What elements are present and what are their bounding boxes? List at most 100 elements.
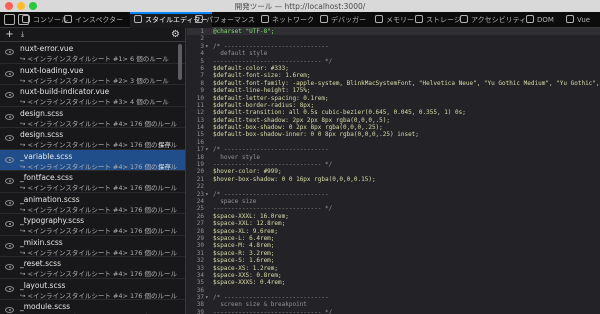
pick-element-icon[interactable]	[4, 14, 15, 25]
code-line[interactable]: 37 ▾/* -----------------------------	[187, 294, 600, 301]
code-line[interactable]: 7 $default-font-size: 1.6rem;	[187, 72, 600, 79]
window-title: 開発ツール — http://localhost:3000/	[234, 2, 366, 11]
stylesheet-item[interactable]: _reset.scss ↪ <インラインスタイルシート #4> 176 個のルール	[0, 257, 185, 279]
eye-icon[interactable]	[5, 135, 14, 141]
eye-icon[interactable]	[5, 156, 14, 163]
code-line[interactable]: 3 ▾/* -----------------------------	[187, 43, 600, 50]
code-line[interactable]: 12 $default-transition: all 0.5s cubic-be…	[187, 109, 600, 116]
code-line[interactable]: 24 space size	[187, 198, 600, 205]
code-line[interactable]: 6 $default-color: #333;	[187, 65, 600, 72]
code-line[interactable]: 23 ▾/* -----------------------------	[187, 191, 600, 198]
eye-icon[interactable]	[5, 49, 14, 55]
stylesheet-name: design.scss	[20, 108, 64, 118]
code-line[interactable]: 9 $default-line-height: 175%;	[187, 87, 600, 94]
code-line[interactable]: 15 $default-box-shadow-inner: 0 0 8px rgb…	[187, 131, 600, 138]
stylesheet-item[interactable]: _animation.scss ↪ <インラインスタイルシート #4> 176 個…	[0, 193, 185, 214]
debugger-icon	[320, 15, 328, 23]
performance-icon	[195, 15, 203, 23]
stylesheet-item[interactable]: _mixin.scss ↪ <インラインスタイルシート #4> 176 個のルール	[0, 236, 185, 257]
code-line[interactable]: 32 $space-S: 1.6rem;	[187, 257, 600, 264]
import-stylesheet-icon[interactable]: ⤓	[17, 29, 28, 40]
tab-debugger[interactable]: デバッガー	[320, 12, 366, 28]
tab-storage[interactable]: ストレージ	[415, 12, 461, 28]
eye-icon[interactable]	[5, 199, 14, 206]
code-line[interactable]: 34 $space-XXS: 0.8rem;	[187, 272, 600, 279]
eye-icon[interactable]	[5, 285, 14, 292]
code-line[interactable]: 39 ------------------------------ */	[187, 309, 600, 314]
code-line[interactable]: 21 $hover-box-shadow: 0 0 16px rgba(0,0,0…	[187, 176, 600, 183]
code-line[interactable]: 35 $space-XXXS: 0.4rem;	[187, 279, 600, 286]
stylesheet-list: nuxt-error.vue ↪ <インラインスタイルシート #1> 6 個のルー…	[0, 42, 185, 314]
code-line[interactable]: 13 $default-text-shadow: 2px 2px 8px rgba…	[187, 117, 600, 124]
tab-network[interactable]: ネットワーク	[261, 12, 314, 28]
code-line[interactable]: 8 $default-font-family: -apple-system, Bl…	[187, 80, 600, 87]
eye-icon[interactable]	[5, 264, 14, 270]
fold-toggle-icon[interactable]: ▾	[205, 294, 211, 301]
save-link[interactable]: 保存	[158, 139, 171, 149]
gear-icon[interactable]: ⚙	[170, 29, 181, 40]
code-line[interactable]: 18 hover style	[187, 154, 600, 161]
tab-dom[interactable]: DOM	[526, 12, 554, 28]
code-line[interactable]: 26 $space-XXXL: 16.0rem;	[187, 213, 600, 220]
code-text: $default-box-shadow: 0 2px 8px rgba(0,0,…	[213, 124, 383, 132]
eye-icon[interactable]	[5, 307, 14, 313]
sidebar-scrollbar[interactable]	[178, 44, 182, 80]
code-line[interactable]: 28 $space-XL: 9.6rem;	[187, 228, 600, 235]
line-number: 8	[200, 79, 204, 87]
tab-memory[interactable]: メモリー	[375, 12, 414, 28]
tab-console[interactable]: コンソール	[22, 12, 68, 28]
code-line[interactable]: 25 ------------------------------ */	[187, 205, 600, 212]
code-line[interactable]: 4 default style	[187, 50, 600, 57]
line-number: 19	[196, 161, 204, 169]
tab-inspector[interactable]: インスペクター	[64, 12, 123, 28]
code-line[interactable]: 5 ------------------------------ */	[187, 58, 600, 65]
fold-toggle-icon[interactable]: ▾	[205, 191, 211, 198]
code-line[interactable]: 38 screen size & breakpoint	[187, 301, 600, 308]
save-link[interactable]: 保存	[158, 161, 171, 171]
stylesheet-item[interactable]: _layout.scss ↪ <インラインスタイルシート #4> 176 個のルー…	[0, 279, 185, 300]
line-number: 9	[200, 87, 204, 95]
code-line[interactable]: 11 $default-border-radius: 8px;	[187, 102, 600, 109]
code-line[interactable]: 14 $default-box-shadow: 0 2px 8px rgba(0,…	[187, 124, 600, 131]
code-line[interactable]: 27 $space-XXL: 12.8rem;	[187, 220, 600, 227]
stylesheet-item[interactable]: _module.scss↪ <インラインスタイルシート #4> 176 個のルー…	[0, 300, 185, 314]
eye-icon[interactable]	[5, 92, 14, 98]
code-line[interactable]: 20 $hover-color: #999;	[187, 168, 600, 175]
code-line[interactable]: 31 $space-R: 3.2rem;	[187, 250, 600, 257]
stylesheet-item[interactable]: design.scss ↪ <インラインスタイルシート #4> 176 個のルール…	[0, 128, 185, 150]
code-line[interactable]: 29 $space-L: 6.4rem;	[187, 235, 600, 242]
eye-icon[interactable]	[5, 70, 14, 77]
fold-toggle-icon[interactable]: ▾	[205, 43, 211, 50]
stylesheet-item[interactable]: _fontface.scss ↪ <インラインスタイルシート #4> 176 個の…	[0, 171, 185, 193]
code-line[interactable]: 33 $space-XS: 1.2rem;	[187, 265, 600, 272]
new-stylesheet-icon[interactable]: +	[4, 29, 15, 40]
code-text: $default-font-family: -apple-system, Bli…	[213, 79, 600, 87]
code-line[interactable]: 10 $default-letter-spacing: 0.1rem;	[187, 95, 600, 102]
code-line[interactable]: 22	[187, 183, 600, 190]
code-line[interactable]: 30 $space-M: 4.8rem;	[187, 242, 600, 249]
stylesheet-item[interactable]: design.scss ↪ <インラインスタイルシート #4> 176 個のルール	[0, 107, 185, 128]
eye-icon[interactable]	[5, 178, 14, 184]
stylesheet-item[interactable]: _typography.scss ↪ <インラインスタイルシート #4> 176 …	[0, 214, 185, 236]
code-text: $default-text-shadow: 2px 2px 8px rgba(0…	[213, 116, 391, 124]
stylesheet-item[interactable]: nuxt-build-indicator.vue ↪ <インラインスタイルシート …	[0, 85, 185, 107]
code-line[interactable]: 36	[187, 287, 600, 294]
code-line[interactable]: 19 ------------------------------ */	[187, 161, 600, 168]
tab-accessibility[interactable]: アクセシビリティ	[460, 12, 526, 28]
code-line[interactable]: 16	[187, 139, 600, 146]
stylesheet-source: ↪ <インラインスタイルシート #4> 176 個のルール	[20, 248, 177, 257]
eye-icon[interactable]	[5, 221, 14, 227]
code-line[interactable]: 1 @charset "UTF-8";	[187, 28, 600, 36]
eye-icon[interactable]	[5, 242, 14, 249]
code-text: $space-L: 6.4rem;	[213, 234, 275, 242]
stylesheet-item[interactable]: nuxt-error.vue ↪ <インラインスタイルシート #1> 6 個のルー…	[0, 42, 185, 64]
tab-vue[interactable]: Vue	[566, 12, 590, 28]
stylesheet-item[interactable]: _variable.scss ↪ <インラインスタイルシート #4> 176 個の…	[0, 149, 185, 171]
eye-icon[interactable]	[5, 113, 14, 120]
code-line[interactable]: 2	[187, 35, 600, 42]
tab-performance[interactable]: パフォーマンス	[195, 12, 255, 28]
stylesheet-item[interactable]: nuxt-loading.vue ↪ <インラインスタイルシート #2> 3 個の…	[0, 64, 185, 85]
code-line[interactable]: 17 ▾/* -----------------------------	[187, 146, 600, 153]
code-editor[interactable]: 1 @charset "UTF-8"; 2 3 ▾/* ----------------…	[187, 28, 600, 314]
fold-toggle-icon[interactable]: ▾	[205, 146, 211, 153]
